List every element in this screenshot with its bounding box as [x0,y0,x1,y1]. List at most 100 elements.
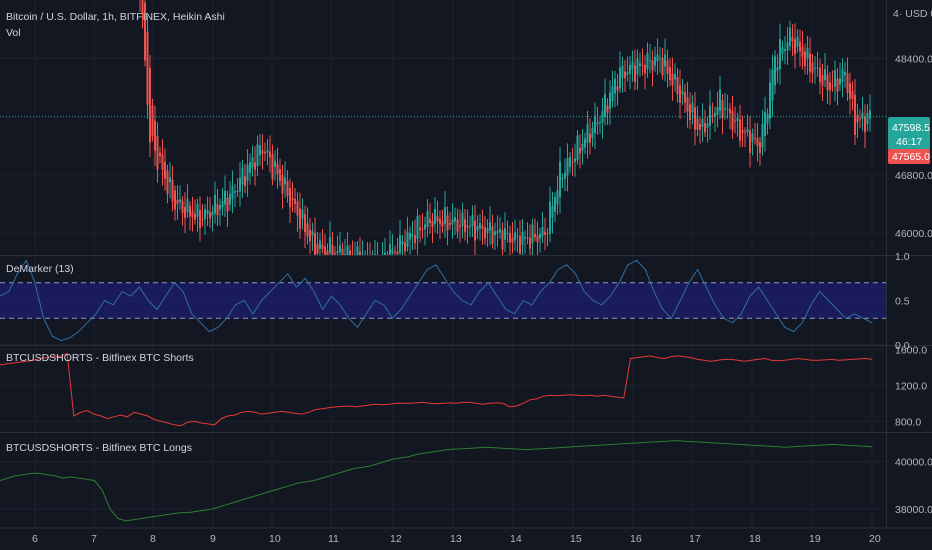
candle-body [231,186,234,200]
trading-chart[interactable]: 48400.046800.046000.01.00.50.01600.01200… [0,0,932,550]
candle-body [254,162,256,170]
candle-body [796,37,799,47]
candle-body [846,73,849,93]
candle-body [314,233,316,255]
candle-body [384,252,386,255]
candle-body [679,85,681,103]
candle-body [826,74,829,91]
candle-body [149,68,151,143]
candle-body [246,164,249,182]
time-tick-label: 17 [689,533,701,545]
candle-body [449,223,451,226]
price-tick-label: 46000.0 [895,228,932,240]
candle-body [869,110,871,119]
candle-body [349,250,351,255]
candle-body [219,205,221,210]
candle-body [389,244,391,255]
candle-body [486,228,489,233]
candle-body [399,235,401,253]
candle-body [281,175,284,194]
candle-body [674,74,676,80]
candle-body [531,224,534,244]
candle-body [489,222,491,231]
demarker-title: DeMarker (13) [6,263,74,275]
candle-body [484,227,486,239]
candle-body [614,78,616,94]
candle-body [514,232,516,241]
candle-body [171,179,174,202]
candle-body [676,76,679,95]
candle-body [834,70,836,87]
candle-body [516,235,519,237]
price-tick-label: 40000.0 [895,457,932,469]
candle-body [691,102,694,113]
candle-body [451,219,454,225]
candle-body [504,228,506,240]
candle-body [466,225,469,228]
candle-body [404,242,406,252]
candle-body [301,209,304,219]
candle-body [806,47,809,59]
candle-body [739,119,741,141]
candle-body [539,233,541,239]
candle-body [651,60,654,71]
candle-body [474,220,476,241]
candle-body [559,161,561,198]
candle-body [319,240,321,249]
candle-body [316,244,319,254]
candle-body [396,251,399,255]
candle-body [321,244,324,249]
candle-body [836,78,839,92]
candle-body [264,151,266,154]
candle-body [591,127,594,139]
candle-body [259,145,261,156]
candle-body [706,123,709,128]
candle-body [414,235,416,243]
candle-body [521,232,524,245]
candle-body [779,39,781,70]
candle-body [626,72,629,75]
candle-body [239,177,241,192]
candle-body [866,112,869,125]
candle-body [209,212,211,219]
last-price-tag: 47598.5 46:17 [888,117,930,150]
candle-body [774,56,776,86]
time-tick-label: 16 [630,533,642,545]
candle-body [211,211,214,216]
candle-body [479,223,481,229]
candle-body [629,64,631,74]
candle-body [689,104,691,121]
candle-body [459,225,461,227]
candle-body [831,86,834,88]
candle-body [391,249,394,254]
candle-body [856,114,859,123]
candle-body [424,224,426,230]
time-tick-label: 6 [32,533,38,545]
candle-body [419,227,421,231]
candle-body [824,68,826,81]
candle-body [609,92,611,110]
candle-body [261,150,264,154]
candle-body [821,75,824,86]
candle-body [766,114,769,124]
candle-body [146,31,149,105]
candle-body [461,212,464,227]
candle-body [639,63,641,67]
candle-body [584,138,586,148]
candle-body [426,211,429,227]
time-tick-label: 7 [91,533,97,545]
candle-body [696,118,699,130]
candle-body [729,108,731,114]
candle-body [816,67,819,69]
candle-body [416,215,419,240]
candle-body [589,133,591,143]
candle-body [781,47,784,55]
candle-body [274,160,276,167]
time-tick-label: 8 [150,533,156,545]
currency-label[interactable]: 4· USD 0 [893,8,932,20]
candle-body [839,78,841,85]
candle-body [196,203,199,217]
candle-body [704,122,706,133]
demarker-band [0,282,886,319]
candle-body [529,237,531,249]
